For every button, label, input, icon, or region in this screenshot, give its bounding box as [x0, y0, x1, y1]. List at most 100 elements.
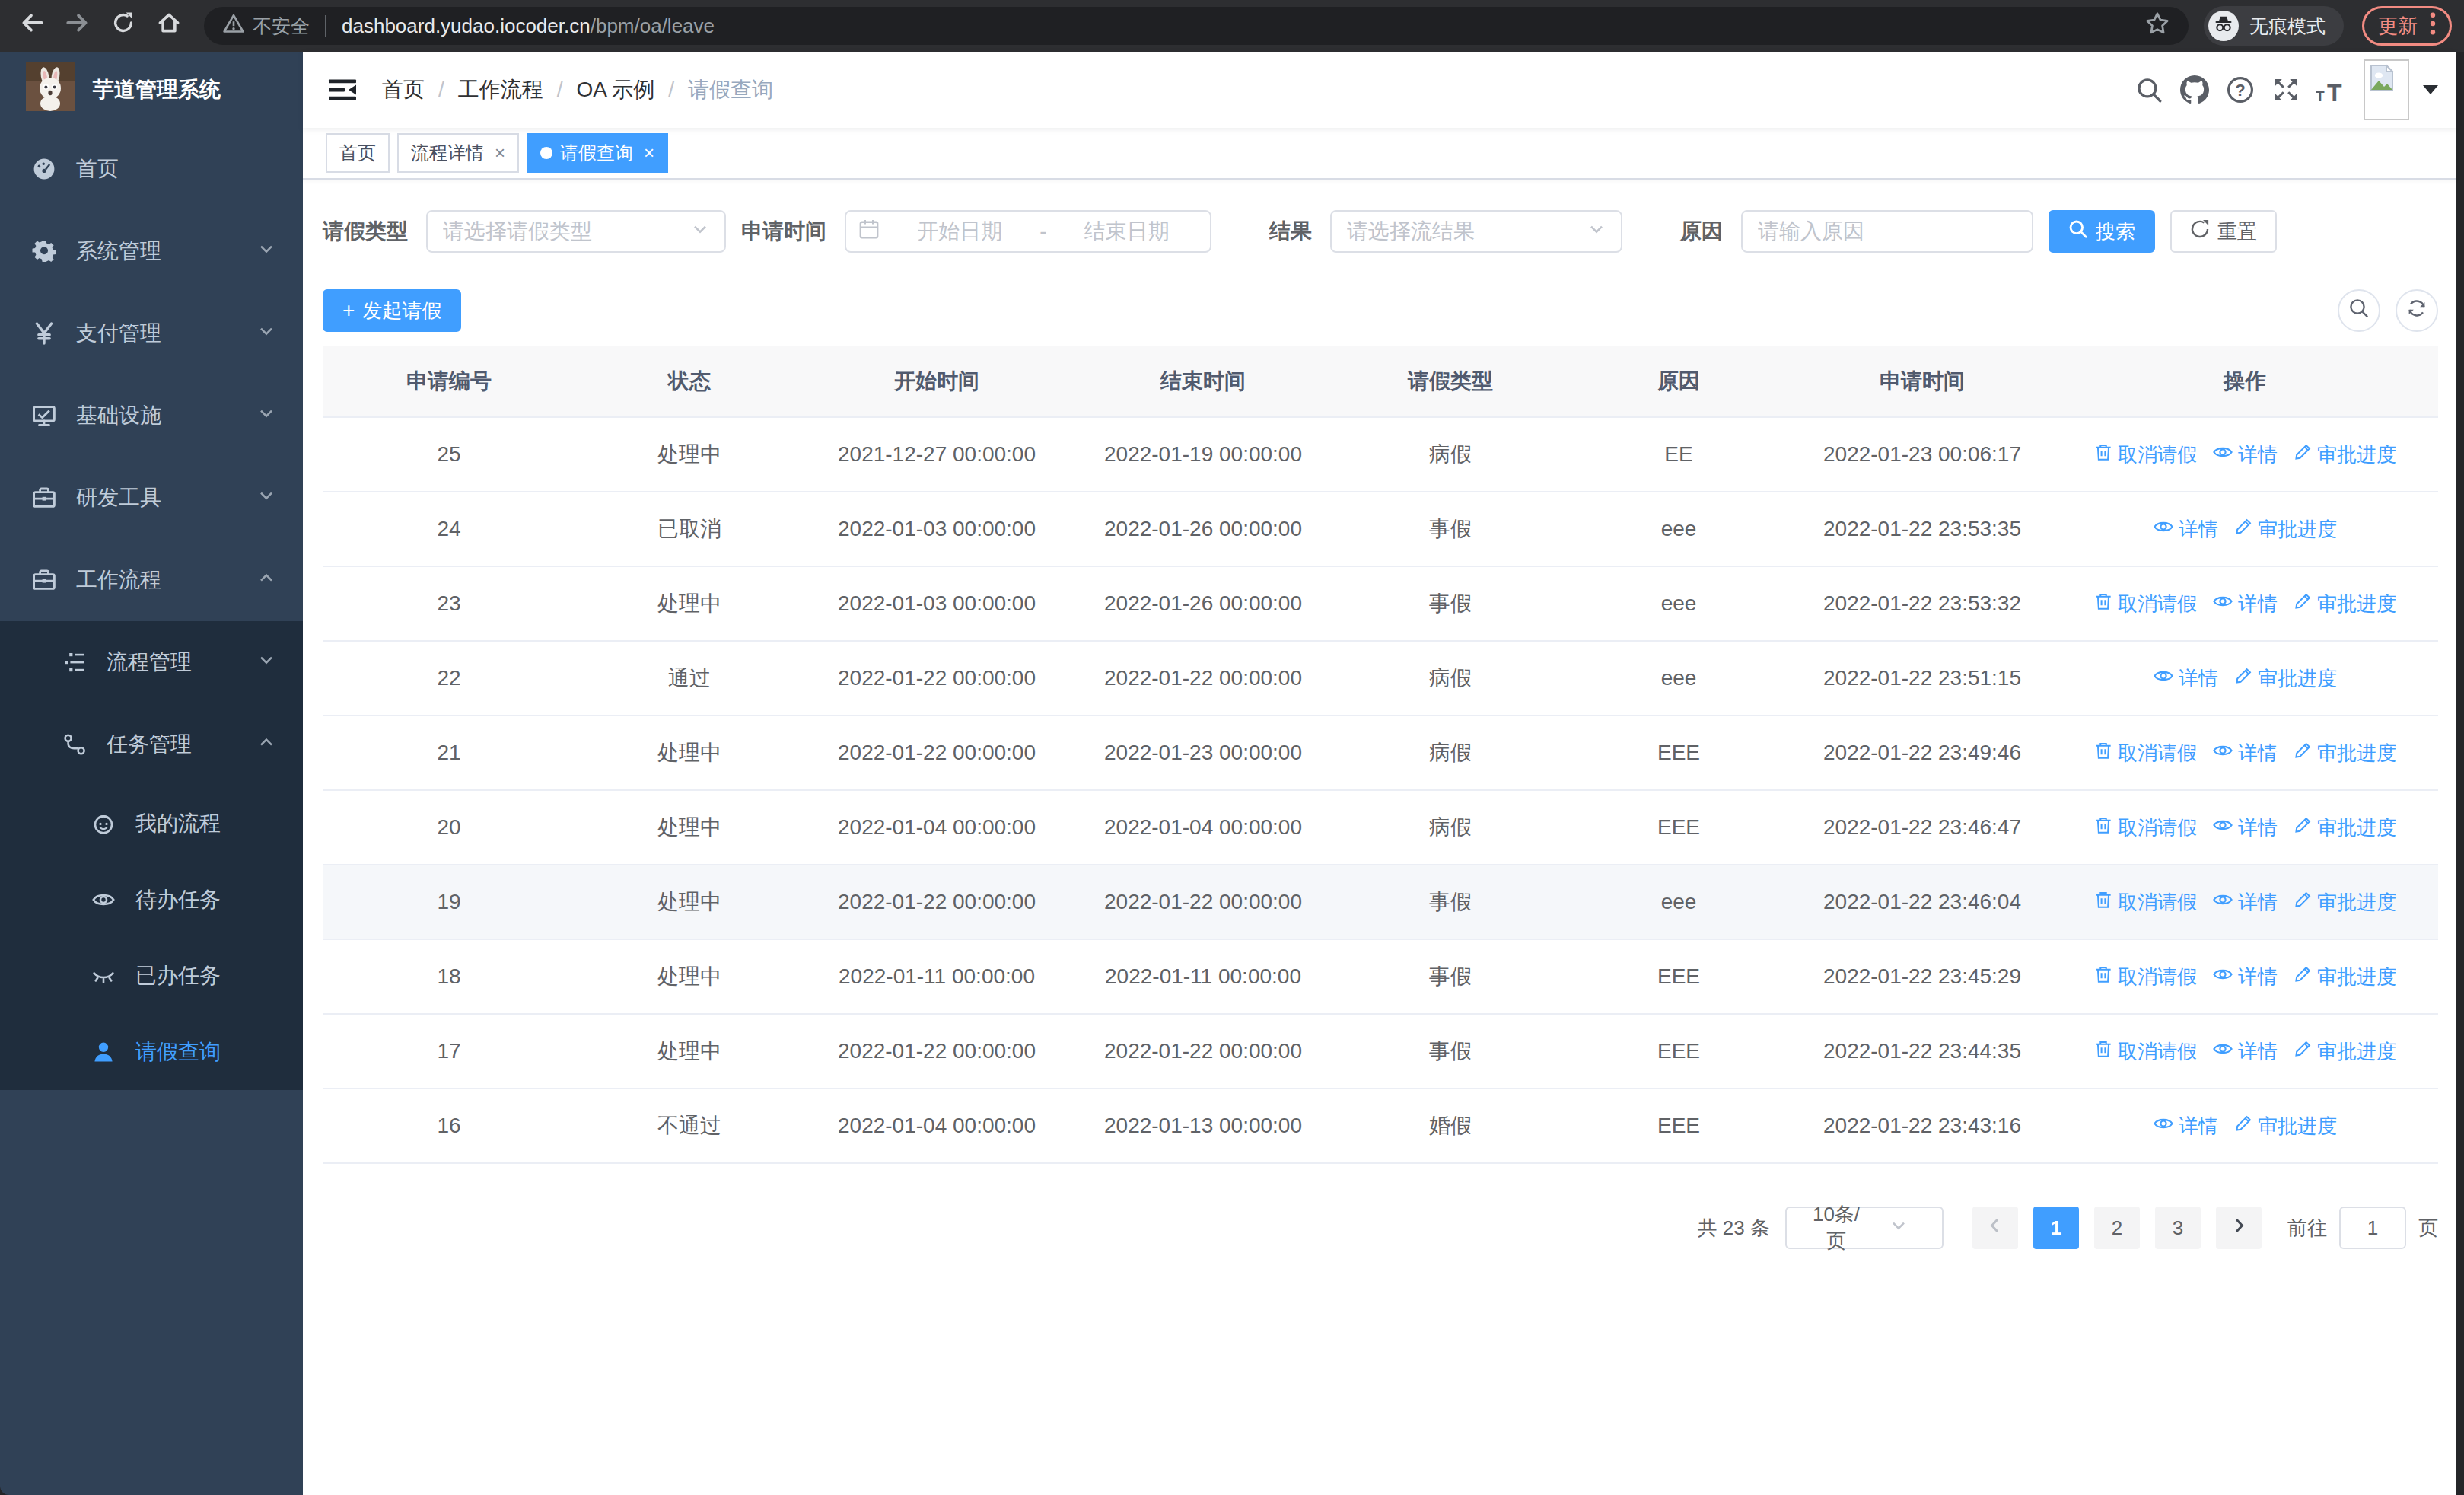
progress-link[interactable]: 审批进度: [2293, 889, 2396, 916]
sidebar-item[interactable]: 工作流程: [0, 539, 303, 621]
prev-page-button[interactable]: [1972, 1207, 2018, 1249]
close-icon[interactable]: ×: [644, 142, 654, 164]
sidebar-item[interactable]: 系统管理: [0, 210, 303, 292]
tab-process-detail[interactable]: 流程详情×: [397, 133, 519, 173]
page-button-1[interactable]: 1: [2033, 1207, 2079, 1249]
table-row: 24已取消2022-01-03 00:00:002022-01-26 00:00…: [323, 492, 2438, 566]
breadcrumb-item[interactable]: 首页: [382, 75, 425, 104]
avatar[interactable]: [2364, 59, 2409, 120]
sidebar-collapse-icon[interactable]: [327, 75, 358, 105]
search-button[interactable]: 搜索: [2049, 210, 2155, 253]
search-icon[interactable]: [2126, 52, 2172, 128]
progress-link[interactable]: 审批进度: [2293, 814, 2396, 841]
view-icon: [2153, 516, 2174, 543]
github-icon[interactable]: [2172, 52, 2217, 128]
result-select[interactable]: 请选择流结果: [1330, 210, 1622, 253]
cancel-leave-link[interactable]: 取消请假: [2093, 964, 2197, 990]
progress-link[interactable]: 审批进度: [2293, 591, 2396, 617]
fullscreen-icon[interactable]: [2263, 52, 2309, 128]
leave-type-select[interactable]: 请选择请假类型: [426, 210, 726, 253]
view-icon: [2212, 1038, 2233, 1065]
cancel-leave-link[interactable]: 取消请假: [2093, 441, 2197, 468]
detail-link[interactable]: 详情: [2212, 889, 2278, 916]
cell-apply-id: 20: [323, 790, 575, 865]
page-button-3[interactable]: 3: [2155, 1207, 2201, 1249]
reason-input[interactable]: 请输入原因: [1741, 210, 2033, 253]
detail-link[interactable]: 详情: [2153, 516, 2218, 543]
detail-link[interactable]: 详情: [2212, 814, 2278, 841]
cell-leave-type: 事假: [1336, 566, 1565, 641]
refresh-table-button[interactable]: [2396, 289, 2438, 332]
progress-link[interactable]: 审批进度: [2293, 1038, 2396, 1065]
breadcrumb-item[interactable]: OA 示例: [577, 75, 655, 104]
divider: [325, 15, 326, 37]
monitor-icon: [32, 403, 56, 428]
progress-link[interactable]: 审批进度: [2293, 441, 2396, 468]
detail-link[interactable]: 详情: [2212, 740, 2278, 767]
col-operations: 操作: [2052, 346, 2438, 417]
forward-icon[interactable]: [58, 6, 97, 46]
tab-home[interactable]: 首页: [326, 133, 390, 173]
reset-button[interactable]: 重置: [2170, 210, 2277, 253]
close-icon[interactable]: ×: [495, 142, 505, 164]
sidebar-item[interactable]: 已办任务: [0, 938, 303, 1014]
sidebar-item[interactable]: 首页: [0, 128, 303, 210]
detail-link[interactable]: 详情: [2212, 441, 2278, 468]
page-size-select[interactable]: 10条/页: [1785, 1207, 1944, 1249]
progress-link[interactable]: 审批进度: [2233, 665, 2337, 692]
bookmark-icon[interactable]: [2144, 11, 2170, 41]
cell-operations: 取消请假详情审批进度: [2052, 865, 2438, 939]
back-icon[interactable]: [12, 6, 52, 46]
detail-link[interactable]: 详情: [2153, 665, 2218, 692]
font-size-icon[interactable]: TT: [2309, 52, 2354, 128]
sidebar-item[interactable]: 待办任务: [0, 862, 303, 938]
app-logo[interactable]: 芋道管理系统: [0, 52, 303, 128]
detail-link[interactable]: 详情: [2153, 1113, 2218, 1140]
help-icon[interactable]: ?: [2217, 52, 2263, 128]
detail-link[interactable]: 详情: [2212, 1038, 2278, 1065]
cancel-leave-link[interactable]: 取消请假: [2093, 591, 2197, 617]
address-bar[interactable]: 不安全 dashboard.yudao.iocoder.cn/bpm/oa/le…: [204, 7, 2189, 45]
browser-update-menu[interactable]: 更新: [2362, 6, 2452, 46]
page-button-2[interactable]: 2: [2094, 1207, 2140, 1249]
sidebar-item[interactable]: 研发工具: [0, 457, 303, 539]
progress-link[interactable]: 审批进度: [2293, 964, 2396, 990]
toggle-search-button[interactable]: [2338, 289, 2380, 332]
tags-view: 首页 流程详情× 请假查询×: [303, 128, 2456, 180]
sidebar-item[interactable]: 任务管理: [0, 703, 303, 786]
sidebar-item[interactable]: 请假查询: [0, 1014, 303, 1090]
goto-page-input[interactable]: 1: [2339, 1207, 2406, 1249]
apply-time-label: 申请时间: [741, 217, 845, 246]
apply-time-range[interactable]: 开始日期 - 结束日期: [845, 210, 1211, 253]
user-icon: [91, 1040, 116, 1064]
reload-icon[interactable]: [103, 6, 143, 46]
menu-dots-icon: [2430, 11, 2436, 41]
tab-leave-query[interactable]: 请假查询×: [527, 133, 668, 173]
cell-status: 处理中: [575, 417, 804, 492]
cancel-leave-link[interactable]: 取消请假: [2093, 889, 2197, 916]
chevron-up-icon: [257, 568, 275, 592]
progress-link[interactable]: 审批进度: [2233, 516, 2337, 543]
create-leave-button[interactable]: + 发起请假: [323, 289, 461, 332]
breadcrumb-item[interactable]: 工作流程: [458, 75, 543, 104]
detail-link[interactable]: 详情: [2212, 964, 2278, 990]
security-warning[interactable]: 不安全: [222, 12, 310, 40]
table-row: 20处理中2022-01-04 00:00:002022-01-04 00:00…: [323, 790, 2438, 865]
sidebar-item[interactable]: 支付管理: [0, 292, 303, 375]
table-row: 18处理中2022-01-11 00:00:002022-01-11 00:00…: [323, 939, 2438, 1014]
cancel-leave-link[interactable]: 取消请假: [2093, 1038, 2197, 1065]
home-icon[interactable]: [149, 6, 189, 46]
sidebar-item[interactable]: 流程管理: [0, 621, 303, 703]
cancel-leave-link[interactable]: 取消请假: [2093, 814, 2197, 841]
sidebar-item[interactable]: 我的流程: [0, 786, 303, 862]
progress-link[interactable]: 审批进度: [2233, 1113, 2337, 1140]
user-menu-caret-icon[interactable]: [2423, 85, 2438, 94]
cell-status: 已取消: [575, 492, 804, 566]
detail-link[interactable]: 详情: [2212, 591, 2278, 617]
sidebar-item[interactable]: 基础设施: [0, 375, 303, 457]
next-page-button[interactable]: [2216, 1207, 2262, 1249]
progress-link[interactable]: 审批进度: [2293, 740, 2396, 767]
cell-apply-time: 2022-01-23 00:06:17: [1793, 417, 2052, 492]
toolbox-icon: [32, 568, 56, 592]
cancel-leave-link[interactable]: 取消请假: [2093, 740, 2197, 767]
